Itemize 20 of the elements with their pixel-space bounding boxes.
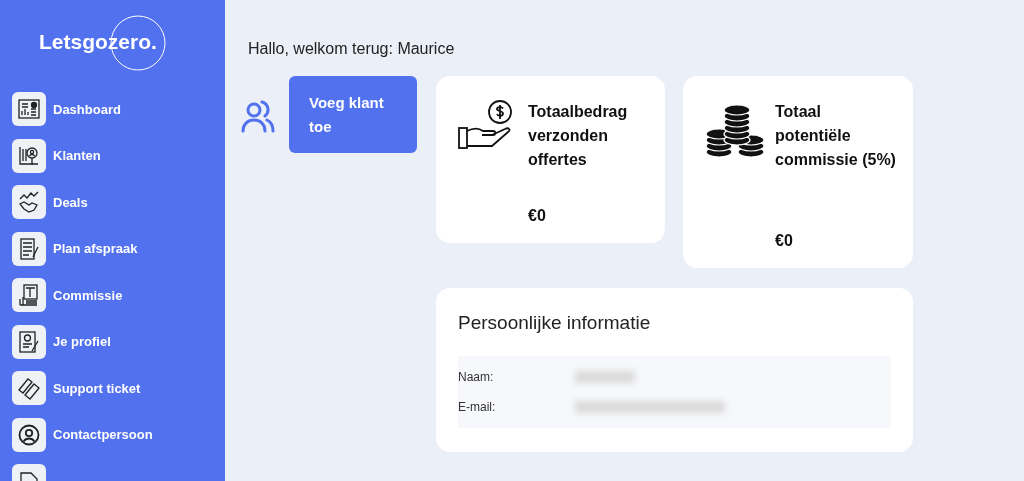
stat-title: Totaal potentiële commissie (5%): [775, 102, 897, 170]
nav-item[interactable]: Klanten: [12, 138, 225, 173]
field-label: Naam:: [458, 370, 495, 384]
nav-item[interactable]: Support ticket: [12, 371, 225, 405]
nav-item[interactable]: Dashboard: [12, 92, 225, 126]
stat-value: €0: [528, 207, 547, 225]
field-label: E-mail:: [458, 400, 497, 414]
nav-item[interactable]: Contactpersoon: [12, 417, 225, 452]
ticket-icon: [12, 371, 46, 405]
stat-title: Totaalbedrag verzonden offertes: [528, 102, 629, 170]
stat-value: €0: [775, 232, 794, 250]
add-client-button[interactable]: Voeg klant toe: [289, 76, 417, 153]
greeting: Hallo, welkom terug: Maurice: [248, 40, 456, 58]
logo: Letsgozero.: [39, 30, 157, 54]
nav-item[interactable]: Deals: [12, 185, 225, 219]
nav-item[interactable]: Je profiel: [12, 324, 225, 359]
card-title: Persoonlijke informatie: [458, 312, 652, 334]
users-icon: [240, 98, 276, 134]
nav-item[interactable]: Commissie: [12, 278, 225, 312]
nav-item[interactable]: Plan afspraak: [12, 231, 225, 266]
